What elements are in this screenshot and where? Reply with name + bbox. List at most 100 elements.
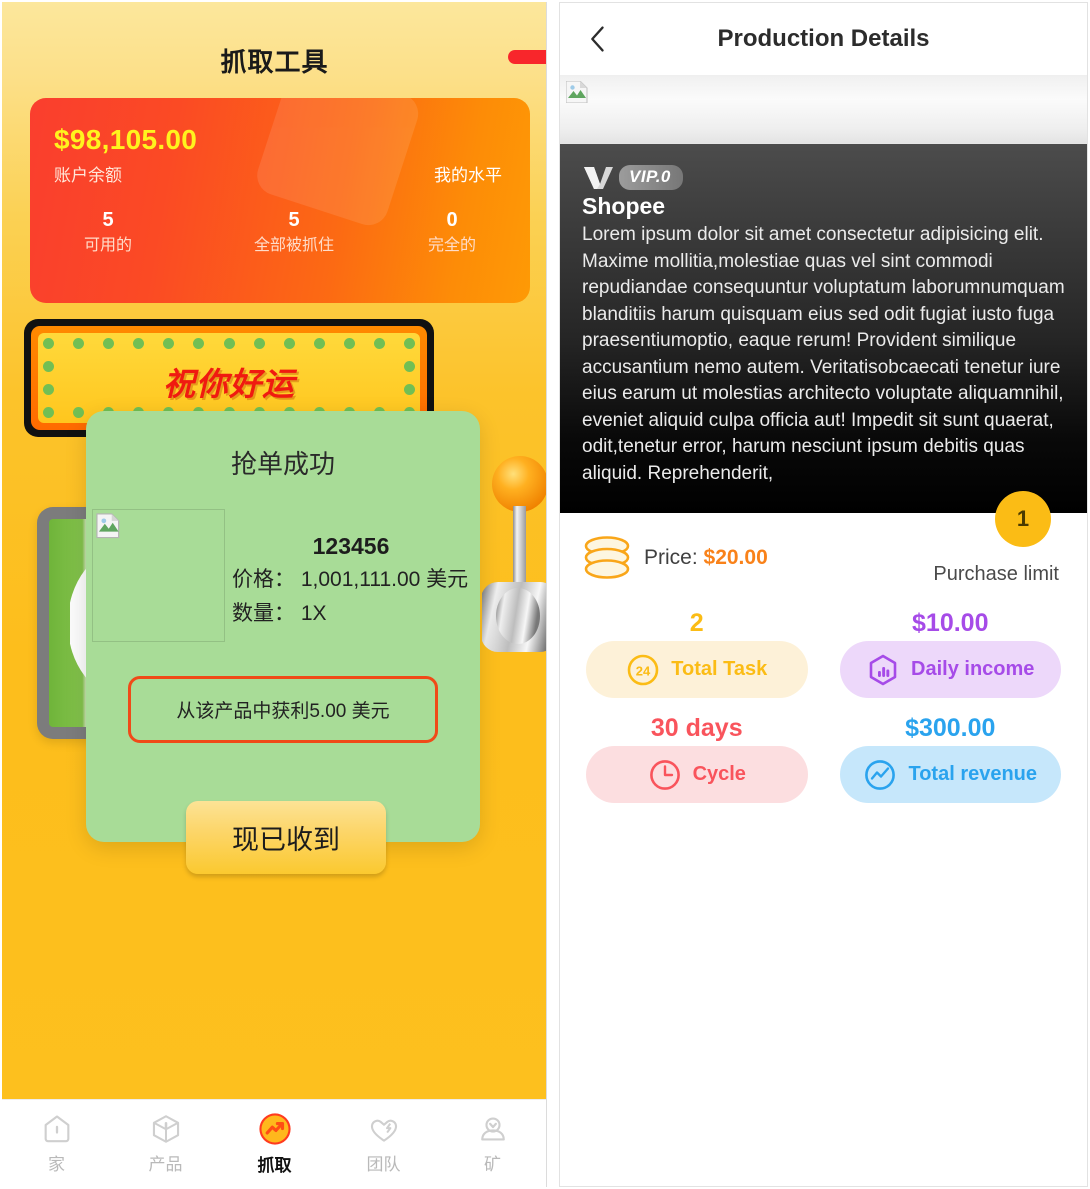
price-prefix: Price: xyxy=(644,546,704,569)
stat-pill[interactable]: Daily income xyxy=(839,641,1061,698)
nav-item-mine[interactable]: 矿 xyxy=(438,1112,546,1175)
description-text: Lorem ipsum dolor sit amet consectetur a… xyxy=(582,224,1065,484)
stat-value: $10.00 xyxy=(912,609,989,637)
balance-stat-value: 0 xyxy=(446,209,458,231)
stat-pill[interactable]: Cycle xyxy=(586,746,808,803)
red-tab-marker[interactable] xyxy=(508,50,546,64)
back-chevron-icon[interactable] xyxy=(584,23,612,55)
marquee-bulb xyxy=(43,338,54,349)
balance-stat-label: 全部被抓住 xyxy=(253,237,334,254)
joystick-control[interactable] xyxy=(482,450,547,705)
stat-daily-income: $10.00 Daily income xyxy=(839,605,1061,698)
marquee-panel: 祝你好运 xyxy=(38,333,420,423)
balance-stat-value: 5 xyxy=(288,209,300,231)
stat-total-task: 2 24 Total Task xyxy=(586,605,808,698)
page-title: 抓取工具 xyxy=(220,47,329,77)
marquee-bulb xyxy=(43,407,54,418)
broken-image-placeholder-icon xyxy=(566,81,588,103)
balance-stat-value: 5 xyxy=(102,209,114,231)
detail-title: Production Details xyxy=(717,25,930,52)
stat-cycle: 30 days Cycle xyxy=(586,710,808,803)
production-details-panel: Production Details VIP.0 Shopee Lorem ip… xyxy=(559,2,1088,1187)
balance-card: $98,105.00 账户余额 我的水平 5 可用的 5 全部被抓住 0 完全的 xyxy=(30,98,530,303)
marquee-bulb xyxy=(253,338,265,349)
marquee-bulb xyxy=(73,407,85,418)
stat-label: Cycle xyxy=(692,763,746,785)
modal-qty-line: 数量： 1X xyxy=(232,602,327,625)
balance-stat: 5 全部被抓住 xyxy=(224,207,364,259)
bottom-navigation: 家 产品 抓取 团队 矿 xyxy=(2,1099,546,1187)
marquee-bulb xyxy=(73,338,85,349)
balance-stat: 0 完全的 xyxy=(382,207,522,259)
stats-grid: 2 24 Total Task $10.00 Daily income 30 d… xyxy=(560,593,1087,815)
stat-total-revenue: $300.00 Total revenue xyxy=(839,710,1061,803)
modal-profit-box: 从该产品中获利5.00 美元 xyxy=(128,676,438,743)
balance-label: 账户余额 xyxy=(54,166,122,185)
product-description-block: VIP.0 Shopee Lorem ipsum dolor sit amet … xyxy=(560,144,1087,547)
balance-stat: 5 可用的 xyxy=(38,207,178,259)
coin-stack-icon xyxy=(584,536,630,579)
claw-machine-panel: 抓取工具 $98,105.00 账户余额 我的水平 5 可用的 5 全部被抓住 xyxy=(2,2,547,1187)
marquee-bulb xyxy=(133,338,145,349)
modal-product-info: 123456 价格： 1,001,111.00 美元 数量： 1X xyxy=(232,529,470,631)
svg-text:24: 24 xyxy=(636,663,651,678)
modal-price-line: 价格： 1,001,111.00 美元 xyxy=(232,568,469,591)
stat-pill[interactable]: Total revenue xyxy=(839,746,1061,803)
marquee-bulb xyxy=(313,338,325,349)
nav-item-grab[interactable]: 抓取 xyxy=(220,1111,329,1176)
task-24-icon: 24 xyxy=(627,654,659,685)
marquee-bulb xyxy=(223,338,235,349)
marquee-bulb xyxy=(373,338,385,349)
balance-amount: $98,105.00 xyxy=(54,124,198,155)
nav-label: 矿 xyxy=(484,1155,501,1174)
nav-item-products[interactable]: 产品 xyxy=(111,1112,220,1175)
brand-name: Shopee xyxy=(582,193,666,219)
clock-icon xyxy=(649,759,680,790)
balance-stat-label: 可用的 xyxy=(83,237,132,254)
nav-label: 家 xyxy=(48,1155,65,1174)
marquee-bulb xyxy=(283,338,295,349)
marquee-text: 祝你好运 xyxy=(162,366,295,402)
nav-label: 产品 xyxy=(148,1155,183,1174)
stat-value: 2 xyxy=(689,609,704,637)
my-level-label[interactable]: 我的水平 xyxy=(434,161,502,186)
balance-stat-label: 完全的 xyxy=(427,237,476,254)
grab-trend-icon xyxy=(258,1113,291,1145)
nav-item-team[interactable]: 团队 xyxy=(329,1112,438,1175)
v-logo-icon xyxy=(584,167,613,189)
cube-icon xyxy=(152,1115,179,1143)
marquee-bulb xyxy=(193,338,205,349)
price-value: $20.00 xyxy=(703,546,768,569)
mine-icon xyxy=(480,1117,505,1141)
product-banner xyxy=(560,76,1087,144)
broken-image-placeholder-icon xyxy=(92,509,225,642)
nav-item-home[interactable]: 家 xyxy=(2,1112,111,1175)
home-icon xyxy=(44,1115,69,1143)
vip-row: VIP.0 xyxy=(582,164,1069,190)
nav-label: 抓取 xyxy=(257,1156,292,1175)
marquee-bulb xyxy=(343,338,355,349)
receive-button[interactable]: 现已收到 xyxy=(186,801,386,874)
stat-pill[interactable]: 24 Total Task xyxy=(586,641,808,698)
stat-label: Total revenue xyxy=(908,763,1038,785)
order-success-modal: 抢单成功 123456 价格： 1,001,111.00 美元 数量： 1X 从… xyxy=(86,411,480,842)
marquee-bulb xyxy=(163,338,175,349)
line-chart-icon xyxy=(865,759,896,790)
stat-label: Total Task xyxy=(671,658,768,680)
purchase-limit-badge: 1 xyxy=(995,491,1051,547)
stat-value: 30 days xyxy=(650,714,743,742)
purchase-limit-label: Purchase limit xyxy=(933,563,1059,585)
nav-label: 团队 xyxy=(366,1155,401,1174)
marquee-bulb xyxy=(404,338,415,349)
stat-value: $300.00 xyxy=(905,714,996,742)
screenshot-root: 抓取工具 $98,105.00 账户余额 我的水平 5 可用的 5 全部被抓住 xyxy=(0,0,1090,1189)
stat-label: Daily income xyxy=(911,658,1035,680)
team-heart-icon xyxy=(370,1119,397,1142)
modal-sku: 123456 xyxy=(312,533,390,559)
marquee-bulb xyxy=(103,338,115,349)
detail-header: Production Details xyxy=(560,3,1087,76)
modal-title: 抢单成功 xyxy=(230,449,335,479)
bar-chart-icon xyxy=(869,654,897,685)
price-text: Price: $20.00 xyxy=(644,546,768,570)
vip-badge: VIP.0 xyxy=(619,164,683,190)
